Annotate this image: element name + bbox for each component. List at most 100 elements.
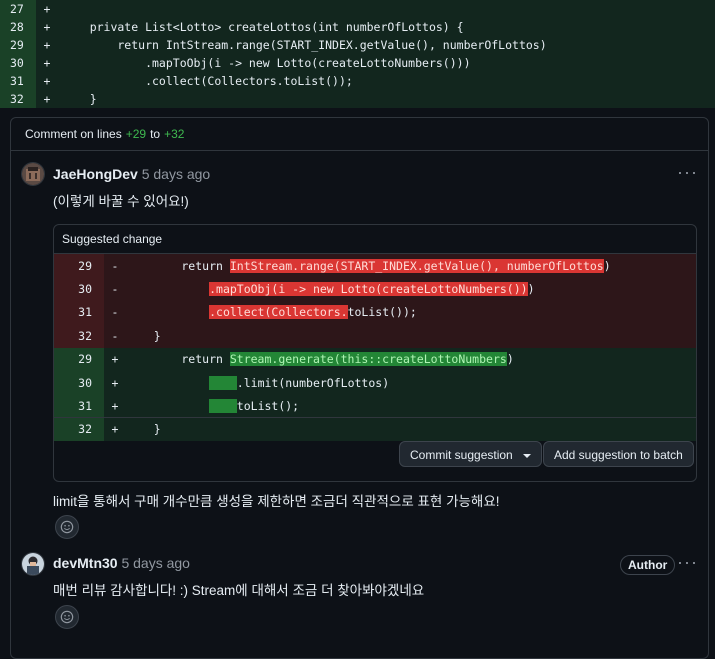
diff-line: 30 + .mapToObj(i -> new Lotto(createLotto… [0,54,715,72]
code-highlight [209,375,237,390]
deleted-line: 29- return IntStream.range(START_INDEX.g… [54,254,696,278]
line-number[interactable]: 31 [54,300,104,325]
diff-line: 31 + .collect(Collectors.toList()); [0,72,715,90]
suggestion-footer: Commit suggestion Add suggestion to batc… [54,417,696,481]
line-number[interactable]: 27 [0,0,36,18]
added-line: 30 + .limit(numberOfLottos) [54,370,696,395]
line-number[interactable]: 31 [54,394,104,418]
diff-sign: + [43,92,51,106]
add-to-batch-button[interactable]: Add suggestion to batch [543,441,694,467]
diff-sign: + [43,38,51,52]
code-suffix: toList(); [236,399,300,414]
comment-timestamp[interactable]: 5 days ago [142,166,211,182]
more-options-icon[interactable]: ··· [677,162,698,183]
commit-suggestion-label: Commit suggestion [410,448,513,462]
diff-sign: + [43,56,51,70]
diff-sign: - [111,258,119,273]
suggested-change: Suggested change 29- return IntStream.ra… [53,224,697,482]
comment-author[interactable]: JaeHongDev 5 days ago [53,166,210,182]
code-text: .mapToObj(i -> new Lotto(createLottoNumb… [62,56,471,70]
diff-view: 27 +28 + private List<Lotto> createLottos(… [0,0,715,108]
comment-body: (이렇게 바꿀 수 있어요!) [53,194,189,209]
added-line: 31 + toList(); [54,394,696,418]
diff-sign: - [111,328,119,343]
diff-sign: - [111,305,119,320]
code-text: } [62,92,97,106]
diff-line: 27 + [0,0,715,18]
deleted-line: 30- .mapToObj(i -> new Lotto(createLotto… [54,277,696,301]
code-suffix: ) [603,258,611,273]
diff-sign: + [43,20,51,34]
code-text: private List<Lotto> createLottos(int num… [62,20,464,34]
diff-sign: - [111,282,119,297]
avatar[interactable] [21,162,45,186]
comment-author[interactable]: devMtn30 5 days ago [53,555,190,571]
line-number[interactable]: 29 [54,347,104,371]
code-prefix: return [126,352,230,367]
range-start: +29 [125,127,147,141]
suggestion-diff: 29- return IntStream.range(START_INDEX.g… [54,254,696,442]
code-text: } [126,329,161,343]
line-number[interactable]: 30 [54,277,104,301]
code-highlight: .mapToObj(i -> new Lotto(createLottoNumb… [209,282,528,297]
line-number[interactable]: 30 [0,54,36,72]
deleted-line: 32- } [54,324,696,348]
diff-sign: + [111,399,119,414]
code-text: .collect(Collectors.toList()); [62,74,353,88]
code-prefix [126,376,209,390]
range-to: to [150,127,161,141]
code-highlight: IntStream.range(START_INDEX.getValue(), … [229,258,604,273]
line-number[interactable]: 31 [0,72,36,90]
code-text: return IntStream.range(START_INDEX.getVa… [126,258,611,273]
comment-timestamp[interactable]: 5 days ago [121,555,190,571]
deleted-line: 31- .collect(Collectors.toList()); [54,300,696,325]
add-reaction-icon[interactable] [55,605,79,629]
code-prefix: } [126,328,161,343]
code-prefix [126,282,209,296]
line-number[interactable]: 32 [54,324,104,348]
code-text: .limit(numberOfLottos) [126,375,390,390]
code-suffix: ) [506,352,514,367]
code-text: .mapToObj(i -> new Lotto(createLottoNumb… [126,282,535,297]
diff-line: 28 + private List<Lotto> createLottos(int… [0,18,715,36]
code-suffix: toList()); [347,305,417,320]
code-text: return Stream.generate(this::createLotto… [126,352,514,367]
suggestion-title: Suggested change [54,225,696,254]
code-highlight: Stream.generate(this::createLottoNumbers [229,352,507,367]
commit-suggestion-button[interactable]: Commit suggestion [399,441,542,467]
thread-header-label: Comment on lines [25,127,122,141]
comment-body: 매번 리뷰 감사합니다! :) Stream에 대해서 조금 더 찾아봐야겠네요 [53,583,425,598]
diff-sign: + [43,74,51,88]
line-number[interactable]: 29 [0,36,36,54]
line-number[interactable]: 30 [54,370,104,395]
diff-sign: + [111,352,119,367]
avatar[interactable] [21,552,45,576]
code-suffix: ) [527,282,535,297]
chevron-down-icon[interactable] [522,453,531,458]
line-number[interactable]: 32 [0,90,36,108]
code-prefix [126,399,209,413]
range-end: +32 [164,127,185,141]
line-number[interactable]: 29 [54,254,104,278]
code-text: toList(); [126,399,300,414]
comment-body-continued: limit을 통해서 구매 개수만큼 생성을 제한하면 조금더 직관적으로 표현… [53,494,500,509]
diff-sign: + [111,375,119,390]
code-prefix [126,305,209,319]
diff-line: 29 + return IntStream.range(START_INDEX.g… [0,36,715,54]
line-number[interactable]: 28 [0,18,36,36]
diff-line: 32 + } [0,90,715,108]
thread-header: Comment on lines +29 to +32 [11,118,708,151]
code-highlight: .collect(Collectors. [209,305,348,320]
add-reaction-icon[interactable] [55,515,79,539]
author-badge: Author [620,555,676,575]
code-suffix: .limit(numberOfLottos) [236,375,390,390]
more-options-icon[interactable]: ··· [677,552,698,573]
author-name[interactable]: JaeHongDev [53,166,138,182]
added-line: 29 + return Stream.generate(this::createL… [54,347,696,371]
code-highlight [209,399,237,414]
code-text: .collect(Collectors.toList()); [126,305,417,320]
diff-sign: + [43,2,51,16]
author-name[interactable]: devMtn30 [53,555,118,571]
code-prefix: return [126,258,230,273]
code-text: return IntStream.range(START_INDEX.getVa… [62,38,547,52]
